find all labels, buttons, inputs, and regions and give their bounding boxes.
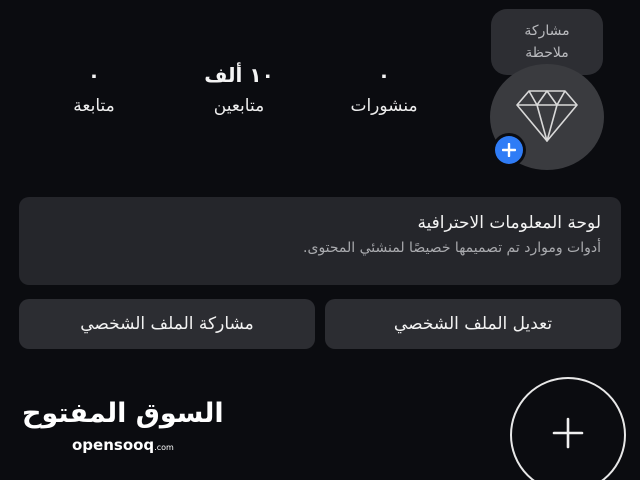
note-line-1: مشاركة	[524, 23, 570, 39]
posts-label: منشورات	[350, 96, 418, 116]
followers-label: متابعين	[213, 96, 265, 116]
watermark-latin-text: opensooq	[72, 436, 155, 454]
following-label: متابعة	[73, 96, 115, 116]
stat-following[interactable]: ٠ متابعة	[34, 60, 154, 116]
following-count: ٠	[87, 63, 101, 87]
plus-icon	[551, 416, 585, 454]
stat-posts[interactable]: ٠ منشورات	[324, 60, 444, 116]
edit-profile-label: تعديل الملف الشخصي	[393, 314, 553, 334]
watermark-latin: opensooq.com	[72, 436, 174, 454]
plus-icon	[495, 136, 523, 164]
stat-followers[interactable]: ١٠ ألف متابعين	[179, 60, 299, 116]
add-story-button[interactable]	[492, 133, 526, 167]
watermark-arabic: السوق المفتوح	[22, 398, 224, 429]
dashboard-subtitle: أدوات وموارد تم تصميمها خصيصًا لمنشئي ال…	[303, 240, 601, 256]
dashboard-title: لوحة المعلومات الاحترافية	[417, 213, 601, 233]
posts-count: ٠	[377, 63, 391, 87]
create-button[interactable]	[510, 377, 626, 480]
note-line-2: ملاحظة	[525, 45, 569, 61]
followers-count: ١٠ ألف	[204, 63, 274, 87]
share-profile-button[interactable]: مشاركة الملف الشخصي	[19, 299, 315, 349]
professional-dashboard-card[interactable]: لوحة المعلومات الاحترافية أدوات وموارد ت…	[19, 197, 621, 285]
diamond-icon	[515, 87, 579, 147]
watermark-suffix: .com	[154, 443, 174, 452]
edit-profile-button[interactable]: تعديل الملف الشخصي	[325, 299, 621, 349]
share-profile-label: مشاركة الملف الشخصي	[80, 314, 254, 334]
